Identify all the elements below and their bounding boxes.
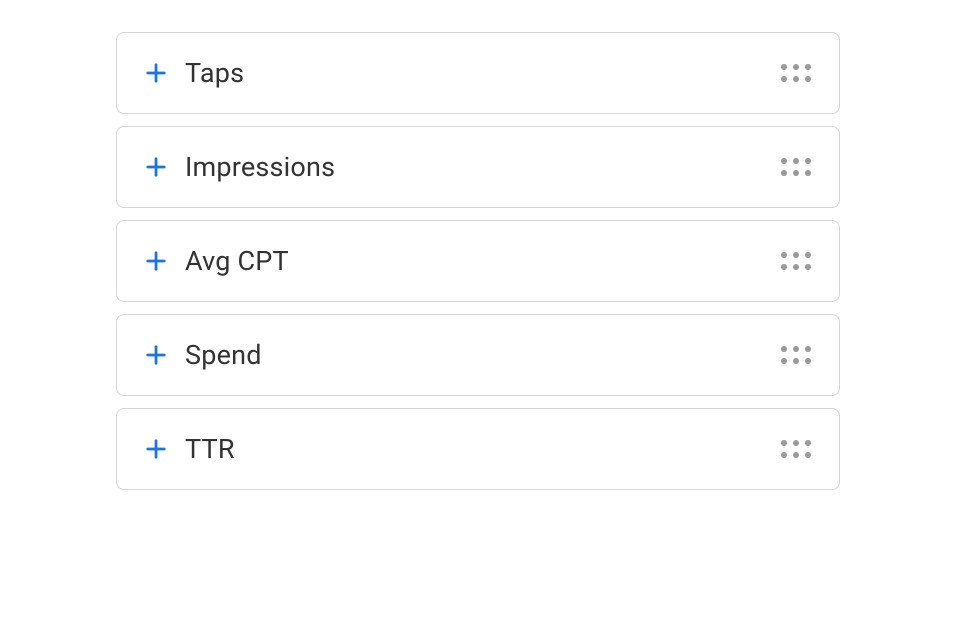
metric-item-impressions[interactable]: Impressions [116, 126, 840, 208]
metric-label: Impressions [185, 151, 335, 183]
add-icon[interactable] [145, 438, 167, 460]
drag-handle-icon[interactable] [781, 64, 811, 82]
metric-list: Taps Impressions [116, 32, 840, 490]
add-icon[interactable] [145, 250, 167, 272]
add-icon[interactable] [145, 344, 167, 366]
metric-item-left: Impressions [145, 151, 335, 183]
add-icon[interactable] [145, 156, 167, 178]
add-icon[interactable] [145, 62, 167, 84]
metric-label: TTR [185, 433, 235, 465]
drag-handle-icon[interactable] [781, 252, 811, 270]
metric-item-spend[interactable]: Spend [116, 314, 840, 396]
metric-item-ttr[interactable]: TTR [116, 408, 840, 490]
drag-handle-icon[interactable] [781, 158, 811, 176]
metric-label: Avg CPT [185, 245, 289, 277]
metric-item-left: TTR [145, 433, 235, 465]
drag-handle-icon[interactable] [781, 440, 811, 458]
metric-label: Taps [185, 57, 244, 89]
metric-item-left: Avg CPT [145, 245, 289, 277]
metric-item-taps[interactable]: Taps [116, 32, 840, 114]
metric-label: Spend [185, 339, 262, 371]
metric-item-avg-cpt[interactable]: Avg CPT [116, 220, 840, 302]
metric-item-left: Spend [145, 339, 262, 371]
metric-item-left: Taps [145, 57, 244, 89]
drag-handle-icon[interactable] [781, 346, 811, 364]
